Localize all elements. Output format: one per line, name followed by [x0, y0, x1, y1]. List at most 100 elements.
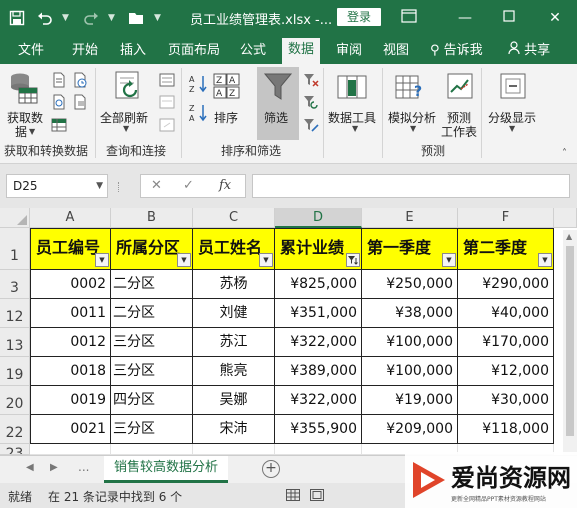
tell-me-search[interactable]: ⚲ 告诉我	[430, 41, 483, 61]
row-header[interactable]: 12	[0, 299, 30, 328]
tab-page-layout[interactable]: 页面布局	[168, 41, 220, 61]
filter-dropdown-icon[interactable]: ▼	[538, 253, 552, 267]
cell-q1[interactable]: ¥19,000	[362, 386, 458, 415]
empty-cell[interactable]	[275, 444, 362, 455]
filter-dropdown-icon[interactable]: ▼	[259, 253, 273, 267]
cell-q1[interactable]: ¥250,000	[362, 270, 458, 299]
get-data-button[interactable]	[9, 72, 39, 107]
cell-q2[interactable]: ¥12,000	[458, 357, 554, 386]
page-layout-view-icon[interactable]	[310, 489, 324, 504]
redo-dropdown-icon[interactable]: ▼	[108, 13, 118, 23]
row-header[interactable]: 3	[0, 270, 30, 299]
undo-icon[interactable]	[34, 7, 56, 29]
cell-q2[interactable]: ¥290,000	[458, 270, 554, 299]
from-web-icon[interactable]	[51, 94, 67, 113]
cell-employee-name[interactable]: 吴娜	[193, 386, 275, 415]
cell-region[interactable]: 四分区	[111, 386, 193, 415]
column-header-c[interactable]: C	[193, 208, 275, 228]
cell-region[interactable]: 三分区	[111, 357, 193, 386]
restore-icon[interactable]	[400, 9, 418, 27]
open-folder-icon[interactable]	[126, 7, 148, 29]
redo-icon[interactable]	[80, 7, 102, 29]
row-header[interactable]: 1	[0, 228, 30, 270]
tab-file[interactable]: 文件	[18, 41, 44, 61]
get-data-dropdown-icon[interactable]: ▼	[29, 127, 35, 136]
cell-employee-name[interactable]: 苏江	[193, 328, 275, 357]
sort-button[interactable]: Z A A Z	[212, 72, 242, 105]
cell-q1[interactable]: ¥100,000	[362, 328, 458, 357]
cell-employee-name[interactable]: 熊亮	[193, 357, 275, 386]
formula-input[interactable]	[252, 174, 570, 198]
outline-button[interactable]	[499, 72, 527, 105]
queries-connections-icon[interactable]	[159, 72, 175, 91]
cell-employee-name[interactable]: 宋沛	[193, 415, 275, 444]
tab-formulas[interactable]: 公式	[240, 41, 266, 61]
collapse-ribbon-icon[interactable]: ˄	[562, 148, 567, 159]
tab-insert[interactable]: 插入	[120, 41, 146, 61]
tab-data[interactable]: 数据	[282, 38, 321, 64]
sheet-tab-active[interactable]: 销售较高数据分析	[104, 456, 228, 483]
filter-dropdown-icon[interactable]: ▼	[95, 253, 109, 267]
cell-employee-id[interactable]: 0002	[31, 270, 111, 299]
cell-region[interactable]: 三分区	[111, 328, 193, 357]
from-table-icon[interactable]	[51, 117, 67, 136]
undo-dropdown-icon[interactable]: ▼	[62, 13, 72, 23]
cell-employee-id[interactable]: 0012	[31, 328, 111, 357]
existing-connections-icon[interactable]	[72, 94, 88, 113]
recent-sources-icon[interactable]	[72, 72, 88, 91]
cell-q2[interactable]: ¥118,000	[458, 415, 554, 444]
cancel-icon[interactable]: ✕	[151, 178, 162, 193]
what-if-dropdown-icon[interactable]: ▼	[410, 124, 416, 133]
maximize-icon[interactable]	[500, 9, 518, 27]
cell-employee-id[interactable]: 0018	[31, 357, 111, 386]
scroll-up-icon[interactable]: ▲	[566, 232, 572, 241]
cell-employee-name[interactable]: 刘健	[193, 299, 275, 328]
cell-region[interactable]: 二分区	[111, 270, 193, 299]
login-button[interactable]: 登录	[337, 8, 381, 26]
refresh-all-button[interactable]	[112, 70, 144, 107]
cell-region[interactable]: 三分区	[111, 415, 193, 444]
data-tools-dropdown-icon[interactable]: ▼	[352, 124, 358, 133]
cell-q1[interactable]: ¥38,000	[362, 299, 458, 328]
column-header-d[interactable]: D	[275, 208, 362, 228]
normal-view-icon[interactable]	[286, 489, 300, 504]
close-icon[interactable]: ✕	[546, 9, 564, 27]
row-header[interactable]: 20	[0, 386, 30, 415]
filter-button[interactable]	[257, 67, 299, 140]
row-header[interactable]: 13	[0, 328, 30, 357]
row-header[interactable]: 22	[0, 415, 30, 444]
row-header[interactable]: 23	[0, 444, 30, 455]
save-icon[interactable]	[6, 7, 28, 29]
name-box[interactable]: D25 ▼	[6, 174, 108, 198]
tab-view[interactable]: 视图	[383, 41, 409, 61]
advanced-filter-icon[interactable]	[303, 117, 319, 136]
cell-employee-id[interactable]: 0021	[31, 415, 111, 444]
filter-active-icon[interactable]	[346, 253, 360, 267]
forecast-sheet-button[interactable]	[446, 72, 474, 105]
cell-region[interactable]: 二分区	[111, 299, 193, 328]
cell-employee-id[interactable]: 0011	[31, 299, 111, 328]
vertical-scroll-thumb[interactable]	[566, 246, 574, 436]
column-header-b[interactable]: B	[111, 208, 193, 228]
cell-total-sales[interactable]: ¥825,000	[275, 270, 362, 299]
sheet-ellipsis[interactable]: ...	[78, 460, 89, 474]
cell-q2[interactable]: ¥30,000	[458, 386, 554, 415]
vertical-scrollbar[interactable]: ▲	[563, 230, 577, 455]
properties-icon[interactable]	[159, 94, 175, 113]
empty-cell[interactable]	[193, 444, 275, 455]
data-tools-button[interactable]	[336, 72, 368, 107]
from-text-icon[interactable]	[51, 72, 67, 91]
tab-home[interactable]: 开始	[72, 41, 98, 61]
empty-cell[interactable]	[30, 444, 111, 455]
column-header-e[interactable]: E	[362, 208, 458, 228]
cell-total-sales[interactable]: ¥355,900	[275, 415, 362, 444]
outline-dropdown-icon[interactable]: ▼	[509, 124, 515, 133]
cell-total-sales[interactable]: ¥389,000	[275, 357, 362, 386]
select-all-corner[interactable]	[0, 208, 30, 228]
filter-dropdown-icon[interactable]: ▼	[442, 253, 456, 267]
cell-total-sales[interactable]: ¥322,000	[275, 328, 362, 357]
column-header-overflow[interactable]	[554, 208, 577, 228]
enter-icon[interactable]: ✓	[183, 178, 194, 193]
minimize-icon[interactable]: —	[456, 9, 474, 27]
insert-function-icon[interactable]: fx	[219, 178, 231, 193]
